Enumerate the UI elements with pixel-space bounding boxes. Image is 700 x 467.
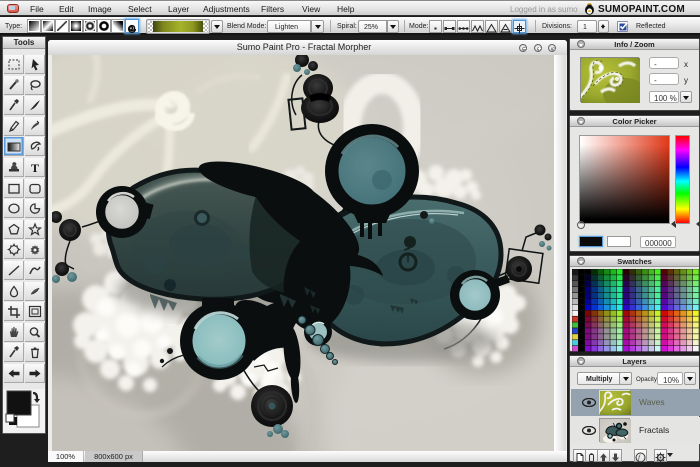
svg-text:T: T <box>31 161 39 175</box>
svg-text:f: f <box>638 454 641 462</box>
